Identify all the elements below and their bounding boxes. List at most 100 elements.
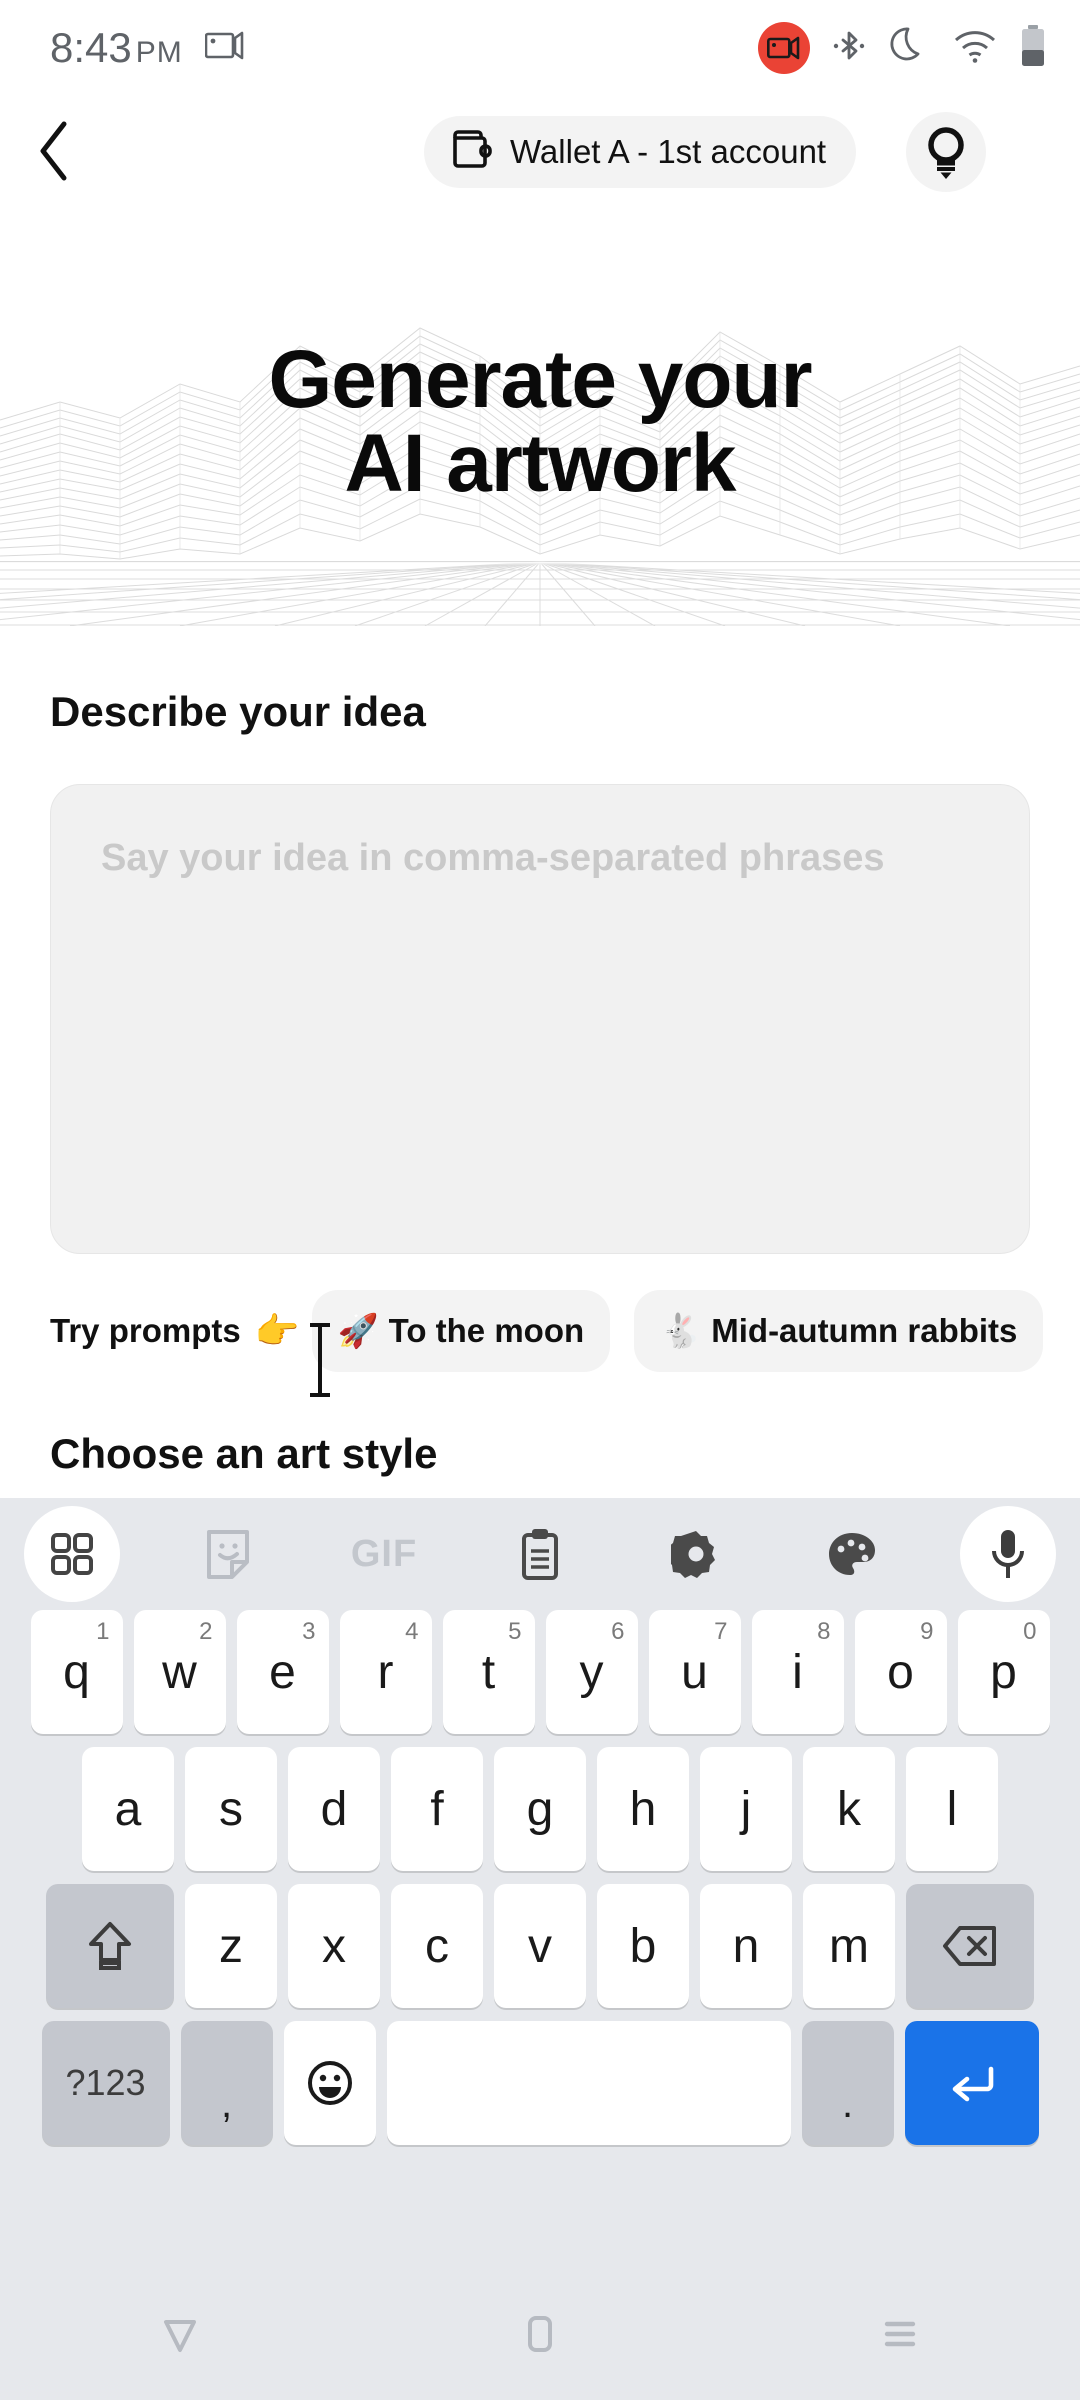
key-w[interactable]: 2w [133,1610,226,1734]
key-d[interactable]: d [288,1747,380,1871]
status-time: 8:43 [50,24,132,71]
key-x[interactable]: x [288,1884,380,2008]
key-v[interactable]: v [494,1884,586,2008]
nav-back-button[interactable] [105,2268,255,2400]
hero-banner: Generate your AI artwork [0,206,1080,626]
idea-tips-button[interactable] [906,112,986,192]
symbols-key[interactable]: ?123 [41,2021,170,2145]
try-prompts-row: Try prompts 👉 🚀 To the moon 🐇 Mid-autumn… [0,1290,1080,1372]
key-c[interactable]: c [391,1884,483,2008]
keyboard-row-2: a s d f g h j k l [0,1747,1080,1871]
nav-back-triangle-icon [164,2320,196,2352]
emoji-smiley-icon [307,2061,352,2105]
key-sup: 3 [302,1618,316,1645]
shift-key[interactable] [46,1884,174,2008]
key-m[interactable]: m [803,1884,895,2008]
prompt-chip-label: To the moon [388,1312,585,1349]
key-s[interactable]: s [185,1747,277,1871]
emoji-key[interactable] [283,2021,376,2145]
key-t[interactable]: 5t [442,1610,535,1734]
comma-key[interactable]: , [180,2021,273,2145]
android-nav-bar [0,2268,1080,2400]
nav-home-button[interactable] [465,2268,615,2400]
status-bar: 8:43 PM [0,0,1080,96]
settings-gear-icon[interactable] [648,1506,744,1602]
rabbit-icon: 🐇 [660,1311,702,1349]
key-o[interactable]: 9o [854,1610,947,1734]
key-label: r [377,1645,394,1699]
key-l[interactable]: l [906,1747,998,1871]
enter-return-icon [952,2066,993,2102]
idea-input[interactable]: Say your idea in comma-separated phrases [50,784,1030,1254]
key-q[interactable]: 1q [30,1610,123,1734]
key-j[interactable]: j [700,1747,792,1871]
prompt-chip-mid-autumn-rabbits[interactable]: 🐇 Mid-autumn rabbits [634,1290,1044,1372]
keyboard-row-4: ?123 , . [0,2021,1080,2145]
space-key[interactable] [386,2021,791,2145]
apps-grid-icon[interactable] [24,1506,120,1602]
page-title: Generate your AI artwork [0,338,1080,505]
status-clock: 8:43 PM [50,24,183,72]
key-label: w [162,1645,197,1699]
key-b[interactable]: b [597,1884,689,2008]
wallet-label: Wallet A - 1st account [510,133,827,170]
status-ampm: PM [135,36,183,69]
period-key[interactable]: . [801,2021,894,2145]
nav-recents-button[interactable] [825,2268,975,2400]
key-sup: 5 [508,1618,522,1645]
pointing-right-icon: 👉 [254,1310,300,1351]
bluetooth-icon [832,24,866,73]
enter-key[interactable] [904,2021,1039,2145]
key-f[interactable]: f [391,1747,483,1871]
gif-label: GIF [350,1532,418,1575]
key-a[interactable]: a [82,1747,174,1871]
key-label: t [481,1645,496,1699]
key-n[interactable]: n [700,1884,792,2008]
key-k[interactable]: k [803,1747,895,1871]
wifi-icon [952,27,998,70]
key-z[interactable]: z [185,1884,277,2008]
wallet-selector-button[interactable]: Wallet A - 1st account [424,116,857,188]
key-r[interactable]: 4r [339,1610,432,1734]
art-style-heading: Choose an art style [50,1430,438,1477]
key-p[interactable]: 0p [957,1610,1050,1734]
rocket-icon: 🚀 [337,1311,379,1349]
battery-icon [1020,24,1046,73]
main-content: Describe your idea Say your idea in comm… [0,626,1080,1478]
key-label: u [681,1645,708,1699]
backspace-icon [943,1926,996,1966]
key-h[interactable]: h [597,1747,689,1871]
key-sup: 0 [1023,1618,1037,1645]
gif-icon[interactable]: GIF [336,1506,432,1602]
palette-theme-icon[interactable] [804,1506,900,1602]
text-caret-icon [310,1323,330,1397]
key-i[interactable]: 8i [751,1610,844,1734]
wallet-icon [450,128,496,177]
backspace-key[interactable] [906,1884,1034,2008]
app-bar: Wallet A - 1st account [0,96,1080,206]
clipboard-icon[interactable] [492,1506,588,1602]
key-sup: 8 [817,1618,831,1645]
back-button[interactable] [0,96,110,206]
key-u[interactable]: 7u [648,1610,741,1734]
sticker-icon[interactable] [180,1506,276,1602]
key-g[interactable]: g [494,1747,586,1871]
nav-recents-lines-icon [884,2321,916,2347]
key-y[interactable]: 6y [545,1610,638,1734]
prompt-chip-to-the-moon[interactable]: 🚀 To the moon [311,1290,611,1372]
screen-cast-icon [204,31,245,66]
key-e[interactable]: 3e [236,1610,329,1734]
key-label: i [792,1645,803,1699]
key-sup: 1 [96,1618,110,1645]
microphone-icon[interactable] [960,1506,1056,1602]
back-chevron-icon [40,121,67,181]
key-sup: 9 [920,1618,934,1645]
screen-record-icon [758,22,810,74]
key-label: p [990,1645,1017,1699]
key-sup: 6 [611,1618,625,1645]
keyboard-toolbar: GIF [0,1498,1080,1610]
key-label: q [63,1645,90,1699]
status-bar-right [758,22,1046,74]
prompt-chip-label: Mid-autumn rabbits [711,1312,1018,1349]
status-bar-left: 8:43 PM [50,24,245,72]
